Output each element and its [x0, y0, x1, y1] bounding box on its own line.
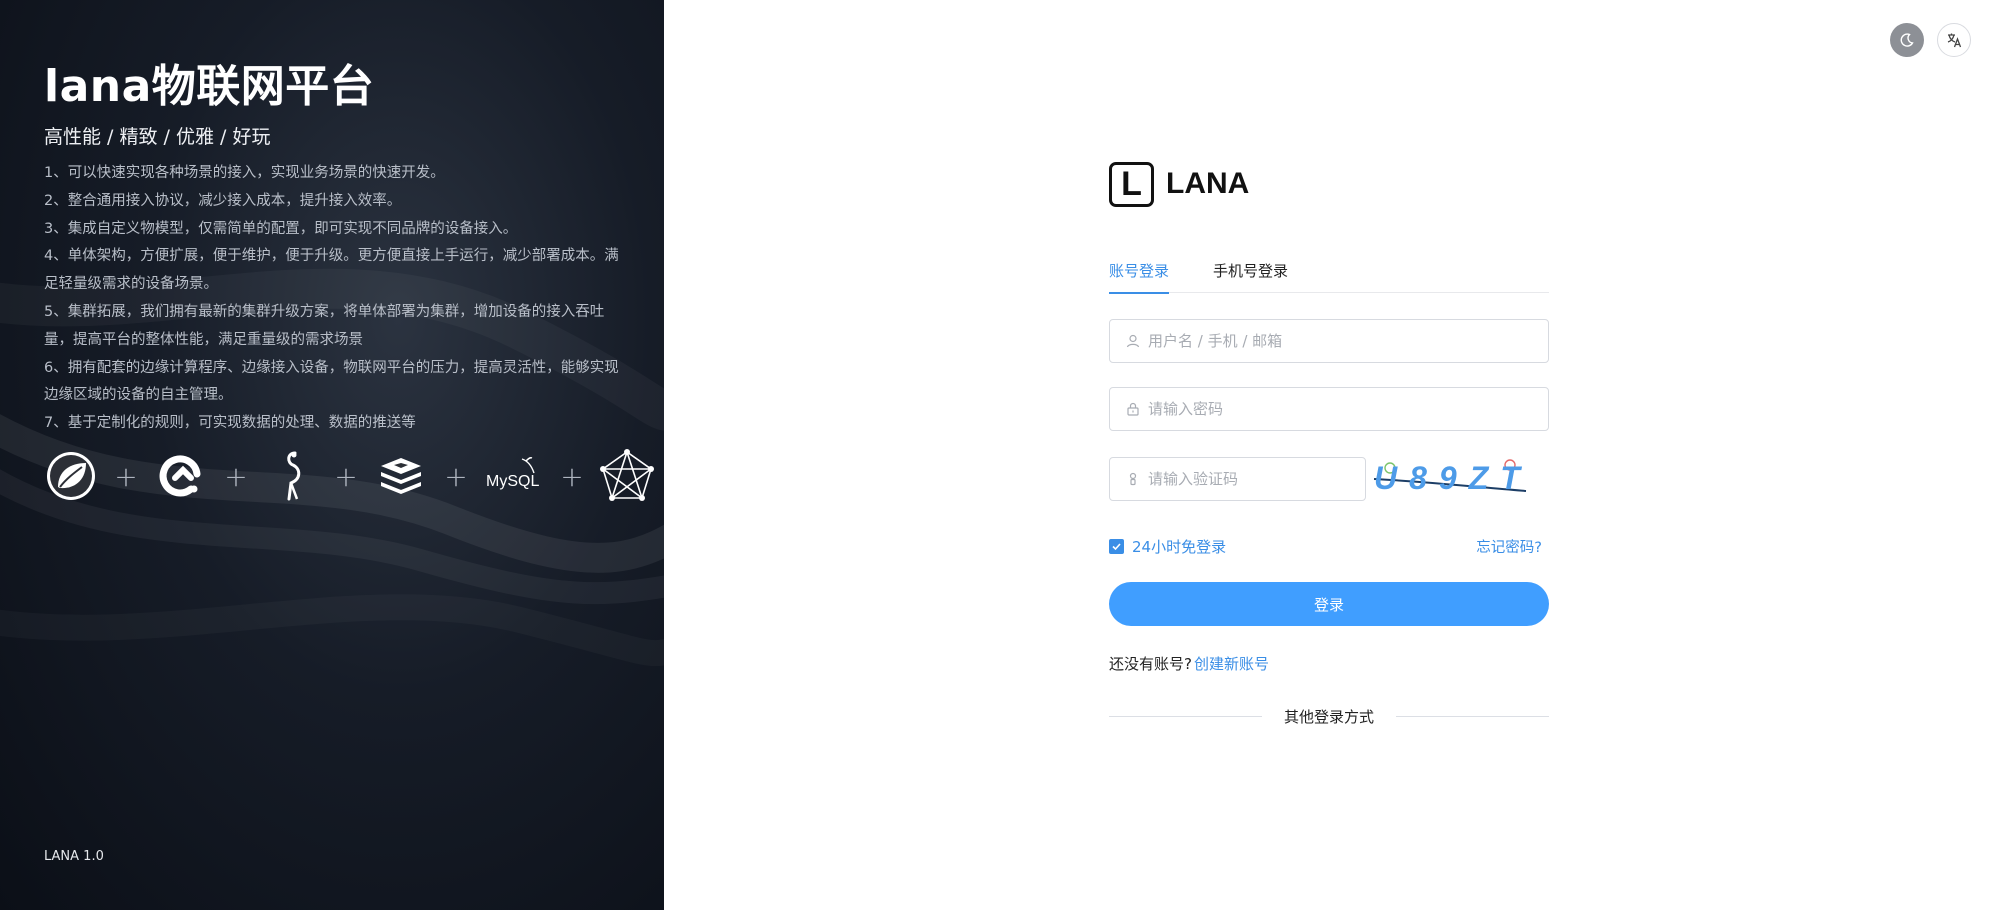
mysql-icon: MySQL	[484, 449, 544, 503]
plus-sign: +	[114, 459, 138, 493]
moon-icon	[1900, 33, 1914, 47]
mysql-text: MySQL	[486, 473, 540, 490]
signup-prompt-text: 还没有账号?	[1109, 655, 1192, 673]
language-button[interactable]	[1937, 23, 1971, 57]
divider-line	[1396, 716, 1550, 717]
feature-item: 7、基于定制化的规则，可实现数据的处理、数据的推送等	[44, 415, 416, 432]
version-label: LANA 1.0	[44, 849, 104, 864]
hero-panel: lana物联网平台 高性能 / 精致 / 优雅 / 好玩 1、可以快速实现各种场…	[0, 0, 664, 910]
hero-subtitle: 高性能 / 精致 / 优雅 / 好玩	[44, 126, 271, 148]
brand-logo: L	[1109, 161, 1154, 207]
captcha-input[interactable]	[1140, 458, 1365, 500]
password-field-wrapper	[1109, 387, 1549, 431]
forgot-password-link[interactable]: 忘记密码?	[1476, 536, 1542, 557]
checkbox-checked-icon	[1109, 538, 1124, 554]
remember-me-label: 24小时免登录	[1132, 537, 1227, 556]
signup-prompt: 还没有账号? 创建新账号	[1109, 653, 1549, 674]
username-field-wrapper	[1109, 319, 1549, 363]
flamingo-icon	[264, 449, 318, 503]
feature-item: 6、拥有配套的边缘计算程序、边缘接入设备，物联网平台的压力，提高灵活性，能够实现…	[44, 359, 619, 404]
other-login-divider: 其他登录方式	[1109, 706, 1550, 727]
user-icon	[1110, 334, 1140, 348]
captcha-field-wrapper	[1109, 457, 1366, 501]
login-page: lana物联网平台 高性能 / 精致 / 优雅 / 好玩 1、可以快速实现各种场…	[0, 0, 1993, 910]
login-tabs: 账号登录 手机号登录	[1109, 253, 1549, 294]
lock-icon	[1110, 402, 1140, 416]
translate-icon	[1947, 33, 1962, 48]
feature-item: 4、单体架构，方便扩展，便于维护，便于升级。更方便直接上手运行，减少部署成本。满…	[44, 248, 619, 293]
plus-sign: +	[560, 459, 584, 493]
network-pentagon-icon	[600, 449, 654, 503]
brand: L LANA	[1109, 160, 1549, 208]
feature-item: 1、可以快速实现各种场景的接入，实现业务场景的快速开发。	[44, 165, 445, 181]
redis-icon	[374, 449, 428, 503]
remember-me-checkbox[interactable]: 24小时免登录	[1109, 536, 1226, 557]
plus-sign: +	[334, 459, 358, 493]
key-icon	[1110, 472, 1140, 486]
password-input[interactable]	[1140, 388, 1548, 430]
theme-toggle-button[interactable]	[1890, 23, 1924, 57]
tech-stack: + + + + MySQL +	[44, 446, 654, 506]
captcha-text: U89ZT	[1374, 460, 1532, 496]
divider-line	[1109, 716, 1262, 717]
eclipse-vertx-icon	[154, 449, 208, 503]
feature-item: 5、集群拓展，我们拥有最新的集群升级方案，将单体部署为集群，增加设备的接入吞吐量…	[44, 303, 605, 348]
feature-list: 1、可以快速实现各种场景的接入，实现业务场景的快速开发。 2、整合通用接入协议，…	[44, 160, 624, 438]
username-input[interactable]	[1140, 320, 1548, 362]
login-form: L LANA 账号登录 手机号登录 用户名 / 手机 / 邮箱 请输入验证码 U…	[1109, 160, 1550, 727]
plus-sign: +	[444, 459, 468, 493]
login-options: 24小时免登录 忘记密码?	[1109, 535, 1549, 557]
feature-item: 2、整合通用接入协议，减少接入成本，提升接入效率。	[44, 192, 402, 209]
tab-phone-login[interactable]: 手机号登录	[1213, 253, 1288, 293]
login-button[interactable]: 登录	[1109, 582, 1549, 626]
captcha-image[interactable]: U89ZT	[1368, 457, 1533, 501]
captcha-row: U89ZT	[1109, 457, 1549, 501]
spring-leaf-icon	[44, 449, 98, 503]
tab-account-login[interactable]: 账号登录	[1109, 253, 1170, 294]
other-login-label: 其他登录方式	[1284, 708, 1375, 726]
hero-title: lana物联网平台	[44, 61, 375, 112]
feature-item: 3、集成自定义物模型，仅需简单的配置，即可实现不同品牌的设备接入。	[44, 220, 518, 237]
plus-sign: +	[224, 459, 248, 493]
create-account-link[interactable]: 创建新账号	[1194, 655, 1269, 673]
brand-name: LANA	[1166, 167, 1250, 200]
